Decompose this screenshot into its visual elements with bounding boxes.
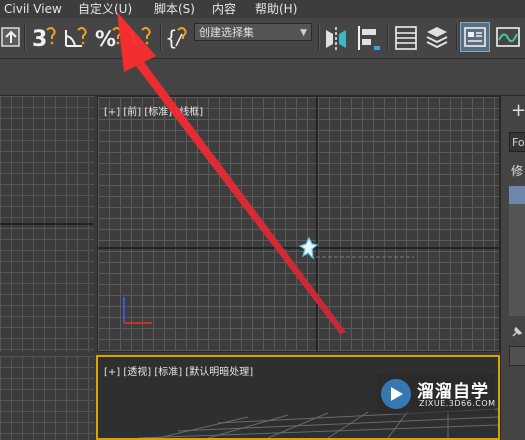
chevron-down-icon: ▼ <box>300 28 307 38</box>
menu-bar: Civil View 自定义(U) 脚本(S) 内容 帮助(H) <box>0 0 525 18</box>
manage-layers-button[interactable] <box>392 22 420 52</box>
named-selection-value: 创建选择集 <box>199 26 254 39</box>
toolbar-separator <box>24 24 26 50</box>
object-name-field[interactable]: Fo <box>509 132 525 152</box>
angle-snap-button[interactable] <box>62 22 90 52</box>
select-object-button[interactable] <box>0 22 22 52</box>
svg-text:3: 3 <box>32 27 47 52</box>
named-selection-dropdown[interactable]: 创建选择集 ▼ <box>194 23 312 41</box>
toolbar-separator <box>387 24 389 50</box>
front-viewport-scene <box>98 97 499 351</box>
layer-list-icon <box>395 26 417 50</box>
viewport-bottom-left[interactable] <box>0 356 94 440</box>
watermark: 溜溜自学 ZIXUE.3D66.COM <box>377 374 495 414</box>
ribbon-toggle-button[interactable] <box>460 22 490 52</box>
ribbon-strip <box>0 59 525 96</box>
command-panel: + Fo 修 <box>500 96 525 440</box>
layers-stack-icon <box>426 27 448 49</box>
main-toolbar: 3 % { 创建选择集 ▼ <box>0 18 525 59</box>
command-panel-field[interactable] <box>509 346 525 366</box>
snap-3d-button[interactable]: 3 <box>30 22 60 52</box>
edit-named-selection-button[interactable]: { <box>164 22 190 52</box>
braces-edit-icon: { <box>165 26 187 50</box>
viewport-axis-lines <box>0 223 94 225</box>
angle-snap-icon <box>65 27 87 47</box>
ribbon-grid-icon <box>464 27 486 47</box>
modifier-stack-item[interactable] <box>509 186 525 204</box>
menu-help[interactable]: 帮助(H) <box>255 1 297 17</box>
percent-snap-icon: % <box>95 27 122 51</box>
menu-customize[interactable]: 自定义(U) <box>78 1 132 17</box>
watermark-url: ZIXUE.3D66.COM <box>419 399 496 408</box>
select-arrow-icon <box>1 27 20 47</box>
menu-content[interactable]: 内容 <box>212 1 236 17</box>
svg-text:{: { <box>165 26 178 50</box>
modifier-list-label[interactable]: 修 <box>511 162 523 179</box>
spinner-snap-icon <box>130 27 151 45</box>
align-button[interactable] <box>354 22 382 52</box>
menu-scripting[interactable]: 脚本(S) <box>154 1 195 17</box>
spinner-snap-button[interactable] <box>125 22 155 52</box>
mirror-button[interactable] <box>322 22 350 52</box>
menu-civil-view[interactable]: Civil View <box>4 1 62 17</box>
toolbar-separator <box>456 24 458 50</box>
toolbar-separator <box>318 24 320 50</box>
curve-editor-icon <box>496 27 520 47</box>
snap-3d-icon: 3 <box>32 27 56 52</box>
viewport-front[interactable]: [+] [前] [标准] [线框] <box>97 96 500 352</box>
percent-snap-button[interactable]: % <box>93 22 123 52</box>
scene-explorer-button[interactable] <box>423 22 451 52</box>
curve-editor-button[interactable] <box>494 22 522 52</box>
create-tab-plus-icon[interactable]: + <box>511 102 525 120</box>
toolbar-separator <box>160 24 162 50</box>
svg-text:%: % <box>95 27 116 51</box>
modifier-stack-list[interactable] <box>509 204 525 316</box>
watermark-logo-icon <box>381 379 411 409</box>
viewport-top-left[interactable] <box>0 96 94 352</box>
mirror-icon <box>326 27 346 50</box>
align-icon <box>358 26 380 50</box>
transform-gizmo-icon <box>298 236 319 260</box>
pin-stack-icon[interactable] <box>510 324 524 338</box>
